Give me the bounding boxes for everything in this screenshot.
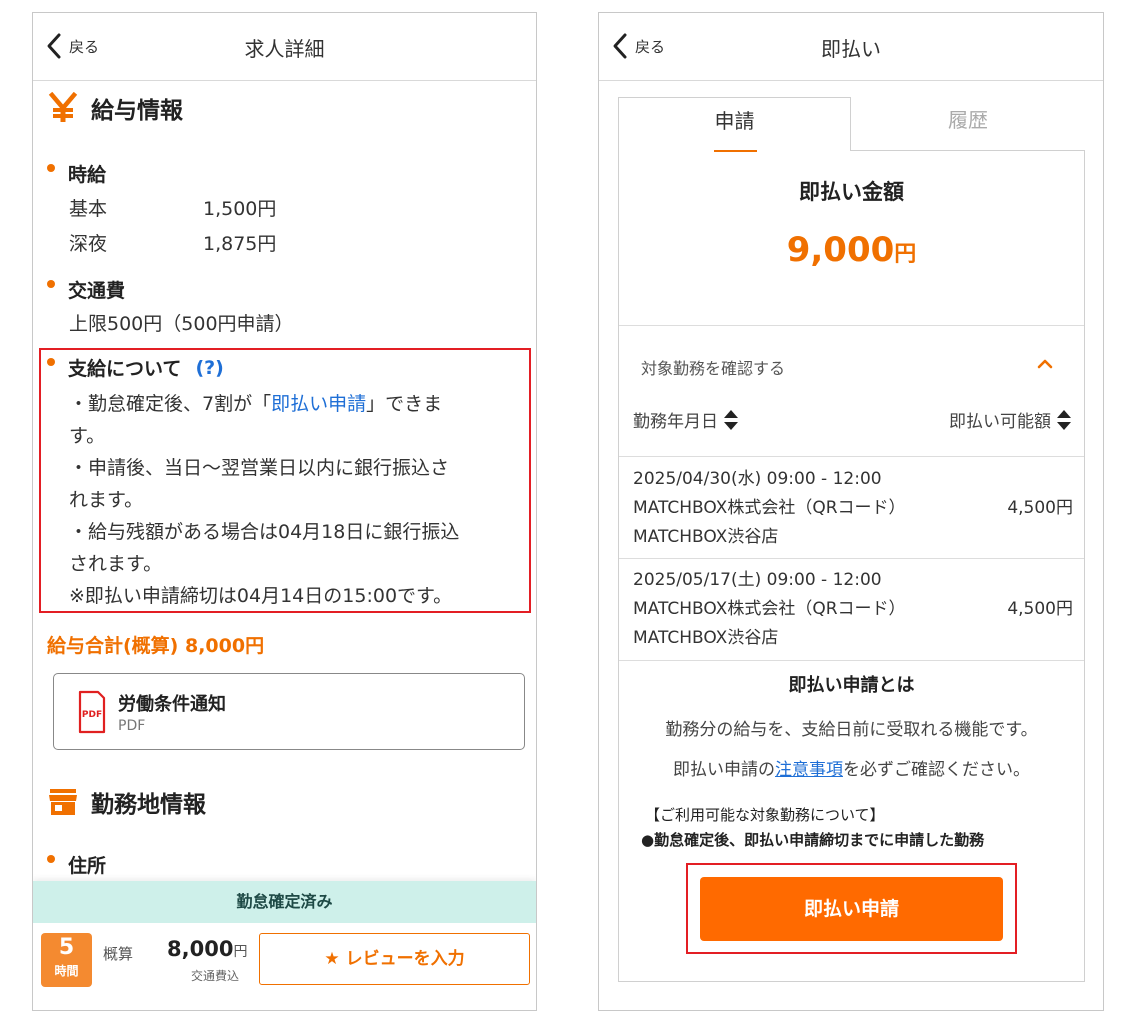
payment-line2a: ・申請後、当日〜翌営業日以内に銀行振込さ	[69, 457, 450, 479]
page-title: 即払い	[821, 37, 881, 61]
note-post: を必ずご確認ください。	[843, 760, 1030, 780]
workplace-section-title: 勤務地情報	[47, 785, 206, 819]
instant-pay-apply-button[interactable]: 即払い申請	[700, 877, 1003, 941]
sort-icon[interactable]	[1056, 408, 1072, 432]
payment-heading: 支給について (?)	[47, 354, 224, 381]
bullet-dot	[47, 279, 55, 288]
divider	[619, 558, 1084, 559]
page-title: 求人詳細	[244, 37, 325, 61]
payment-line4: ※即払い申請締切は04月14日の15:00です。	[69, 585, 453, 607]
tab-history[interactable]: 履歴	[851, 97, 1085, 151]
bullet-dot	[47, 163, 55, 172]
estimate-label: 概算	[103, 945, 134, 963]
work-datetime: 2025/05/17(土) 09:00 - 12:00	[633, 570, 882, 590]
job-detail-screen: 戻る 求人詳細 給与情報 時給 基本 1,500円 深夜 1,875円 交通費 …	[32, 12, 537, 1011]
status-band: 勤怠確定済み	[33, 881, 536, 923]
bullet-dot	[47, 854, 55, 863]
work-store: MATCHBOX渋谷店	[633, 527, 779, 547]
hours-number: 5	[58, 935, 75, 960]
tab-apply[interactable]: 申請	[618, 97, 851, 152]
what-description: 勤務分の給与を、支給日前に受取れる機能です。	[665, 720, 1038, 740]
payment-line1-post: 」できま	[366, 393, 443, 415]
what-title: 即払い申請とは	[788, 675, 915, 696]
work-item: 2025/04/30(水) 09:00 - 12:00 MATCHBOX株式会社…	[633, 465, 1073, 552]
pdf-name: 労働条件通知	[118, 694, 226, 715]
apply-panel: 即払い金額 9,000円 対象勤務を確認する 勤務年月日 即払い可能額 2025…	[618, 150, 1085, 982]
work-item: 2025/05/17(土) 09:00 - 12:00 MATCHBOX株式会社…	[633, 566, 1073, 653]
hourly-heading: 時給	[47, 160, 106, 187]
what-note: 即払い申請の注意事項を必ずご確認ください。	[619, 755, 1084, 780]
notice-link[interactable]: 注意事項	[775, 760, 843, 780]
transport-heading: 交通費	[47, 276, 125, 303]
hourly-basic-label: 基本	[69, 198, 108, 220]
payment-line3a: ・給与残額がある場合は04月18日に銀行振込	[69, 521, 460, 543]
payment-line1-cont: す。	[69, 425, 106, 447]
address-heading: 住所	[47, 851, 106, 878]
hourly-night-label: 深夜	[69, 233, 108, 255]
bottom-bar: 勤怠確定済み 5 時間 概算 8,000円 交通費込 ★ レビューを入力	[33, 881, 536, 1010]
amount-title: 即払い金額	[799, 180, 904, 204]
transport-value: 上限500円（500円申請）	[69, 313, 294, 335]
payment-line3b: されます。	[69, 553, 163, 575]
pdf-type: PDF	[118, 718, 146, 734]
divider	[619, 456, 1084, 457]
pdf-file-icon: PDF	[78, 690, 106, 734]
work-store: MATCHBOX渋谷店	[633, 628, 779, 648]
payment-line1-pre: ・勤怠確定後、7割が「	[69, 393, 272, 415]
header: 戻る 即払い	[599, 13, 1103, 81]
estimate-unit: 円	[233, 944, 248, 960]
amount-number: 9,000	[786, 230, 895, 270]
salary-section-label: 給与情報	[91, 98, 183, 124]
estimate-sub: 交通費込	[191, 969, 240, 983]
pdf-icon-label: PDF	[82, 710, 102, 720]
instant-pay-link[interactable]: 即払い申請	[271, 393, 366, 415]
chevron-up-icon[interactable]	[1036, 355, 1054, 373]
divider	[619, 325, 1084, 326]
col-amount-header: 即払い可能額	[949, 407, 1072, 432]
hourly-night-value: 1,875円	[203, 233, 277, 255]
transport-heading-label: 交通費	[68, 280, 126, 302]
payment-line2b: れます。	[69, 489, 144, 511]
sort-icon[interactable]	[723, 408, 739, 432]
payment-text: ・勤怠確定後、7割が「即払い申請」できま す。 ・申請後、当日〜翌営業日以内に銀…	[69, 388, 509, 612]
note-pre: 即払い申請の	[673, 760, 775, 780]
bullet-dot	[47, 357, 55, 366]
workplace-section-label: 勤務地情報	[91, 792, 206, 818]
estimate-amount: 8,000円	[167, 937, 247, 961]
work-datetime: 2025/04/30(水) 09:00 - 12:00	[633, 469, 882, 489]
tab-apply-label: 申請	[714, 109, 755, 133]
review-button[interactable]: ★ レビューを入力	[259, 933, 530, 985]
hours-unit: 時間	[54, 964, 79, 978]
col-amount-label: 即払い可能額	[949, 412, 1051, 432]
hourly-basic-value: 1,500円	[203, 198, 277, 220]
confirm-work-toggle[interactable]: 対象勤務を確認する	[641, 355, 785, 379]
help-icon[interactable]: (?)	[195, 357, 223, 379]
salary-total: 給与合計(概算) 8,000円	[47, 635, 265, 657]
tab-bar: 申請 履歴	[618, 97, 1085, 152]
divider	[619, 660, 1084, 661]
amount-value: 9,000円	[619, 230, 1084, 270]
conditions-heading: 【ご利用可能な対象勤務について】	[645, 806, 885, 824]
col-date-header: 勤務年月日	[633, 407, 739, 432]
address-heading-label: 住所	[68, 855, 107, 877]
store-icon	[49, 789, 77, 815]
amount-unit: 円	[894, 242, 917, 267]
salary-section-title: 給与情報	[47, 91, 183, 125]
work-amount: 4,500円	[1007, 599, 1073, 619]
estimate-amount-value: 8,000	[167, 937, 234, 961]
payment-heading-label: 支給について	[68, 358, 182, 380]
header: 戻る 求人詳細	[33, 13, 536, 81]
conditions-body: ●勤怠確定後、即払い申請締切までに申請した勤務	[641, 831, 985, 849]
pdf-card[interactable]: PDF 労働条件通知 PDF	[53, 673, 525, 750]
hourly-heading-label: 時給	[68, 164, 107, 186]
work-amount: 4,500円	[1007, 498, 1073, 518]
yen-icon	[48, 92, 78, 122]
instant-pay-screen: 戻る 即払い 申請 履歴 即払い金額 9,000円 対象勤務を確認する 勤務年月…	[598, 12, 1104, 1011]
hours-badge: 5 時間	[41, 933, 92, 987]
col-date-label: 勤務年月日	[633, 412, 718, 432]
